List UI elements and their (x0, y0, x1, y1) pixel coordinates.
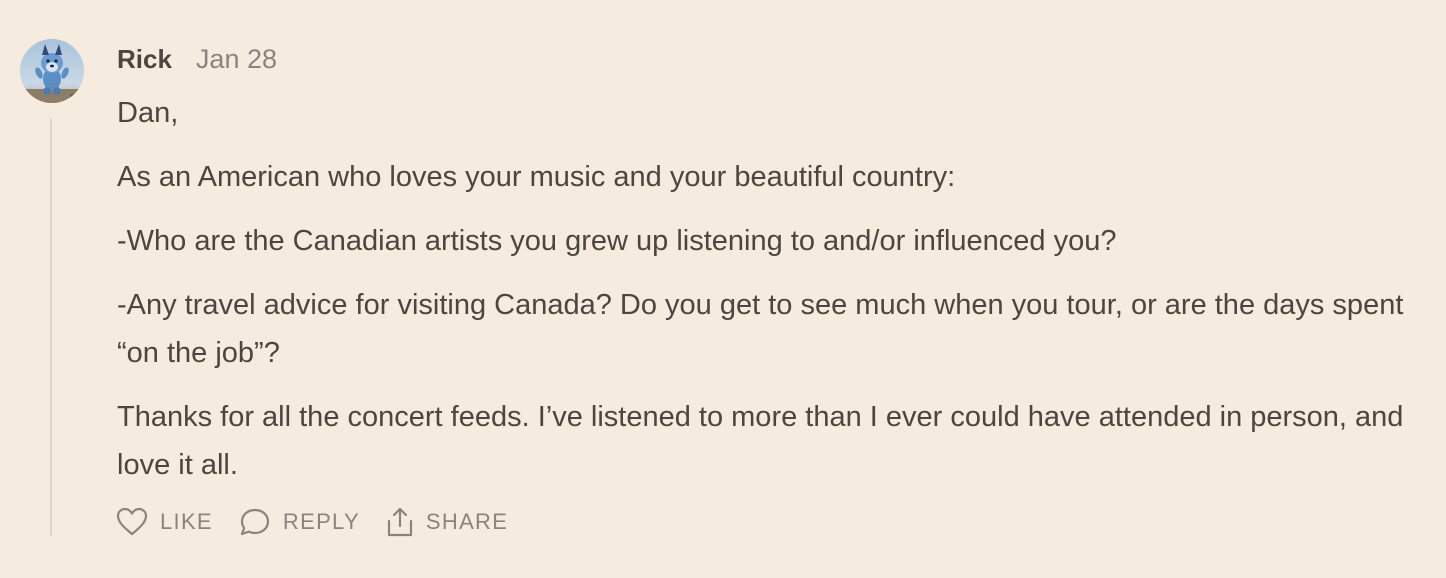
comment-paragraph: Dan, (117, 97, 179, 129)
like-label: LIKE (160, 509, 213, 534)
speech-bubble-icon (239, 507, 271, 537)
comment-date[interactable]: Jan 28 (196, 44, 277, 75)
heart-icon (116, 507, 148, 537)
comment: Rick Jan 28 Dan, As an American who love… (0, 0, 1446, 578)
thread-line (50, 118, 52, 536)
like-button[interactable]: LIKE (116, 507, 213, 537)
comment-paragraph: -Any travel advice for visiting Canada? … (117, 289, 1404, 369)
reply-label: REPLY (282, 509, 360, 534)
reply-button[interactable]: REPLY (239, 507, 360, 537)
comment-body: Dan, As an American who loves your music… (117, 89, 1437, 505)
share-label: SHARE (425, 509, 509, 534)
comment-header: Rick Jan 28 (117, 42, 277, 76)
avatar[interactable] (20, 39, 84, 103)
avatar-image (20, 39, 84, 103)
comment-actions: LIKE REPLY SHARE (116, 503, 508, 541)
share-button[interactable]: SHARE (386, 506, 508, 538)
share-upload-icon (386, 506, 414, 538)
comment-paragraph: Thanks for all the concert feeds. I’ve l… (117, 401, 1404, 481)
comment-paragraph: As an American who loves your music and … (117, 161, 956, 193)
author-name[interactable]: Rick (117, 44, 172, 75)
comment-paragraph: -Who are the Canadian artists you grew u… (117, 225, 1117, 257)
